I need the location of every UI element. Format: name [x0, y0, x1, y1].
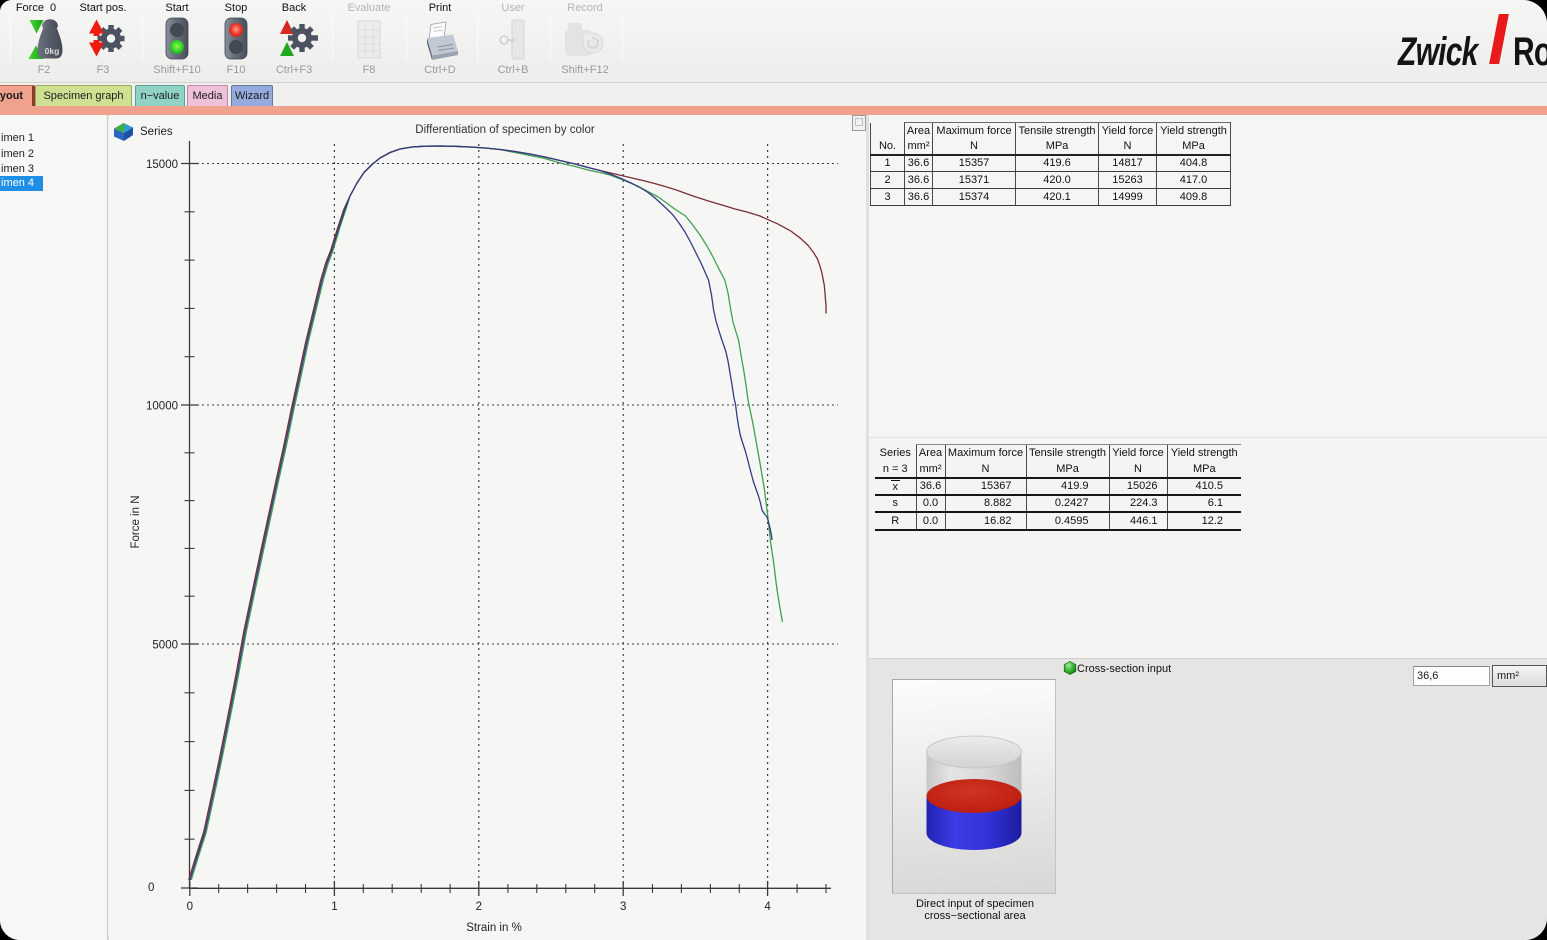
svg-text:Series: Series: [140, 126, 173, 138]
svg-text:4: 4: [764, 901, 771, 913]
svg-text:5000: 5000: [152, 640, 178, 652]
svg-text:1: 1: [331, 901, 337, 913]
svg-text:Force in N: Force in N: [130, 495, 142, 548]
svg-text:0: 0: [187, 901, 193, 913]
svg-text:2: 2: [476, 901, 482, 913]
svg-text:Differentiation of specimen by: Differentiation of specimen by color: [415, 124, 595, 136]
svg-text:10000: 10000: [146, 401, 178, 413]
svg-text:0: 0: [148, 882, 154, 894]
svg-text:Strain in %: Strain in %: [466, 922, 522, 934]
svg-text:0kg: 0kg: [45, 46, 60, 56]
svg-text:15000: 15000: [146, 159, 178, 171]
svg-text:3: 3: [620, 901, 626, 913]
